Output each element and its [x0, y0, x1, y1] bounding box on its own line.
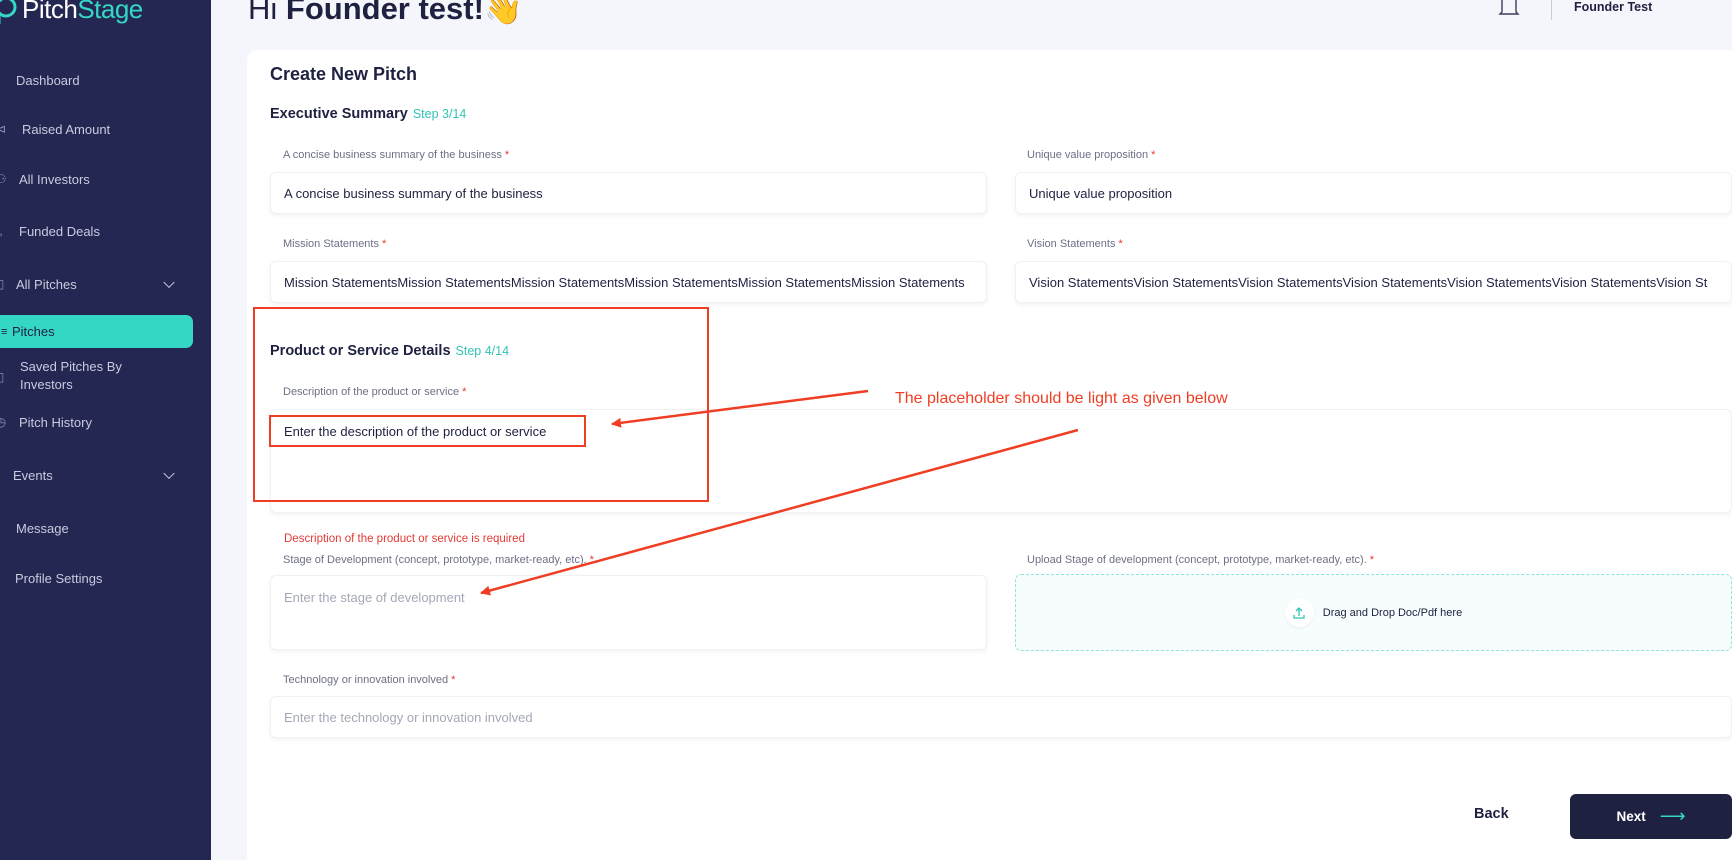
- sidebar-item-pitches[interactable]: ≡ Pitches: [0, 315, 193, 348]
- sidebar-item-saved-pitches[interactable]: ▯ Saved Pitches By Investors: [0, 358, 211, 396]
- history-icon: ◷: [0, 415, 7, 429]
- sidebar-item-pitch-history[interactable]: ◷ Pitch History: [0, 412, 211, 432]
- brand-logo[interactable]: PitchStage: [0, 0, 143, 25]
- annotation-highlight-box: [253, 307, 709, 502]
- sidebar-item-raised-amount[interactable]: ⊲ Raised Amount: [0, 119, 211, 139]
- sidebar-item-dashboard[interactable]: Dashboard: [0, 70, 211, 90]
- page-title: Create New Pitch: [270, 64, 418, 84]
- sidebar-item-all-pitches[interactable]: ▯ All Pitches: [0, 274, 211, 294]
- upload-label: Upload Stage of development (concept, pr…: [1027, 554, 1375, 566]
- user-settings-icon: [0, 571, 8, 585]
- annotation-field-highlight: [269, 415, 586, 447]
- logo-icon: [0, 0, 17, 24]
- sidebar-item-label: Funded Deals: [19, 223, 100, 239]
- calendar-icon: [0, 468, 8, 482]
- upload-text: Drag and Drop Doc/Pdf here: [1322, 606, 1463, 619]
- sidebar-item-label: Saved Pitches By Investors: [20, 359, 122, 392]
- message-icon: [0, 521, 8, 535]
- value-proposition-input[interactable]: Unique value proposition: [1015, 172, 1732, 214]
- list-icon: ≡: [1, 325, 8, 338]
- value-proposition-label: Unique value proposition *: [1027, 149, 1156, 161]
- sidebar-item-label: Pitch History: [19, 414, 92, 430]
- sidebar-item-label: Message: [16, 520, 69, 536]
- sidebar-item-all-investors[interactable]: ⚇ All Investors: [0, 169, 211, 189]
- bell-icon[interactable]: [1496, 0, 1522, 20]
- sidebar-item-profile-settings[interactable]: Profile Settings: [0, 568, 211, 588]
- waving-hand-icon: 👋: [483, 0, 523, 26]
- stage-textarea[interactable]: Enter the stage of development: [270, 575, 987, 650]
- sidebar-item-label: Events: [13, 467, 53, 483]
- greeting-heading: Hi Founder test!👋: [248, 0, 523, 27]
- bookmark-icon: ▯: [0, 370, 5, 384]
- upload-icon: [1284, 598, 1314, 627]
- mission-statements-label: Mission Statements *: [283, 238, 387, 250]
- section-title-executive-summary: Executive Summary Step 3/14: [270, 106, 467, 122]
- mission-statements-input[interactable]: Mission StatementsMission StatementsMiss…: [270, 261, 987, 303]
- sidebar-item-message[interactable]: Message: [0, 518, 211, 538]
- business-summary-label: A concise business summary of the busine…: [283, 149, 510, 161]
- megaphone-icon: ⊲: [0, 122, 7, 136]
- handshake-icon: ,: [0, 224, 8, 238]
- vision-statements-input[interactable]: Vision StatementsVision StatementsVision…: [1015, 261, 1732, 303]
- user-name[interactable]: Founder Test: [1574, 0, 1652, 14]
- users-icon: ⚇: [0, 172, 7, 186]
- arrow-right-icon: ⟶: [1659, 806, 1686, 826]
- step-indicator: Step 3/14: [412, 107, 467, 121]
- folder-icon: ▯: [0, 277, 5, 291]
- description-error-message: Description of the product or service is…: [284, 533, 525, 545]
- sidebar-item-label: Profile Settings: [15, 570, 103, 586]
- sidebar-item-label: Pitches: [12, 324, 55, 339]
- sidebar-item-label: Raised Amount: [22, 121, 111, 137]
- annotation-note: The placeholder should be light as given…: [895, 390, 1228, 407]
- vision-statements-label: Vision Statements *: [1027, 238, 1123, 250]
- stage-label: Stage of Development (concept, prototype…: [283, 554, 594, 566]
- sidebar-item-label: All Pitches: [16, 276, 77, 292]
- next-button-label: Next: [1616, 809, 1646, 824]
- next-button[interactable]: Next ⟶: [1570, 794, 1732, 839]
- back-button[interactable]: Back: [1474, 806, 1509, 822]
- chevron-down-icon: [163, 467, 175, 480]
- brand-name: PitchStage: [22, 0, 143, 24]
- sidebar: PitchStage Dashboard ⊲ Raised Amount ⚇ A…: [0, 0, 211, 860]
- header-divider: [1551, 0, 1552, 20]
- grid-icon: [0, 73, 8, 87]
- file-upload-dropzone[interactable]: Drag and Drop Doc/Pdf here: [1015, 574, 1732, 651]
- technology-input[interactable]: Enter the technology or innovation invol…: [270, 696, 1732, 738]
- sidebar-item-label: All Investors: [19, 171, 90, 187]
- sidebar-item-label: Dashboard: [16, 72, 80, 88]
- sidebar-item-funded-deals[interactable]: , Funded Deals: [0, 221, 211, 241]
- chevron-down-icon: [163, 276, 175, 289]
- business-summary-input[interactable]: A concise business summary of the busine…: [270, 172, 987, 214]
- sidebar-item-events[interactable]: Events: [0, 465, 211, 485]
- technology-label: Technology or innovation involved *: [283, 674, 456, 686]
